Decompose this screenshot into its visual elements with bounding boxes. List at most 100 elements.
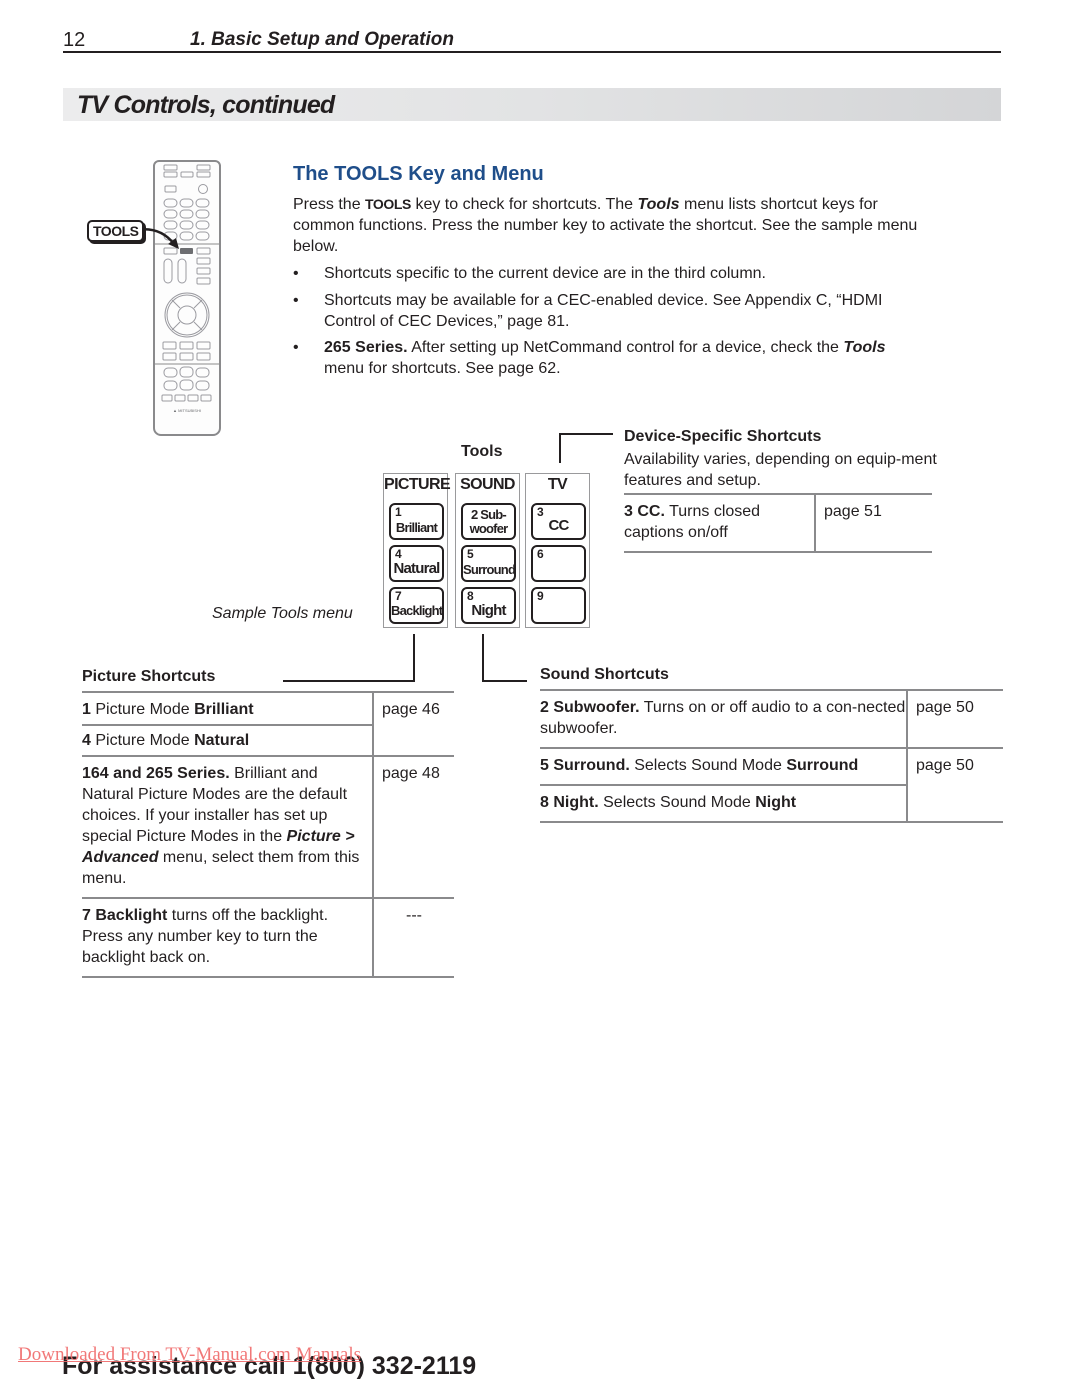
- device-shortcuts-table: 3 CC. Turns closed captions on/off page …: [624, 493, 932, 553]
- bullet-text-part: After setting up NetCommand control for …: [407, 339, 844, 356]
- shortcut-description: 164 and 265 Series. Brilliant and Natura…: [82, 755, 373, 898]
- device-shortcuts-title: Device-Specific Shortcuts: [624, 428, 822, 445]
- key-number: 7: [395, 589, 402, 603]
- key-label: Backlight: [391, 603, 443, 618]
- header-rule: [63, 51, 1001, 53]
- sound-shortcuts-title: Sound Shortcuts: [540, 666, 669, 683]
- key-label: Brilliant: [395, 520, 438, 535]
- key-number: 1: [395, 505, 402, 519]
- table-row: 5 Surround. Selects Sound Mode Surround …: [540, 747, 1003, 823]
- key-label: 2 Sub-: [471, 507, 507, 522]
- shortcut-key[interactable]: 6: [531, 545, 586, 582]
- shortcut-mode: Natural: [194, 732, 250, 749]
- page-reference: page 51: [814, 493, 932, 553]
- shortcut-text: Selects Sound Mode: [598, 794, 756, 811]
- intro-text: Press the: [293, 196, 366, 213]
- table-row: 1 Picture Mode Brilliant page 46: [82, 691, 454, 756]
- shortcut-key[interactable]: 1 Brilliant: [389, 503, 444, 540]
- shortcut-key-name: 2 Subwoofer.: [540, 699, 640, 716]
- shortcut-key-name: 7 Backlight: [82, 907, 168, 924]
- shortcut-mode: Brilliant: [194, 701, 254, 718]
- series-label: 265 Series.: [324, 339, 408, 356]
- menu-column-picture: PICTURE 1 Brilliant 4 Natural 7 Backlight: [383, 473, 451, 628]
- page-reference: page 50: [906, 747, 1003, 823]
- shortcut-key[interactable]: 8 Night: [461, 587, 516, 624]
- section-bar: TV Controls, continued: [63, 88, 1001, 121]
- bullet-text: 265 Series. After setting up NetCommand …: [324, 337, 924, 379]
- table-row: 7 Backlight turns off the backlight. Pre…: [82, 897, 454, 978]
- tools-key-name: TOOLS: [365, 196, 411, 212]
- tools-menu-name: Tools: [637, 196, 680, 213]
- column-header: PICTURE: [384, 476, 451, 493]
- tools-key-callout: TOOLS: [87, 220, 145, 242]
- key-label: CC: [548, 517, 569, 534]
- sound-shortcuts-table: 2 Subwoofer. Turns on or off audio to a …: [540, 689, 1003, 823]
- shortcut-number: 4: [82, 732, 91, 749]
- shortcut-key-name: 8 Night.: [540, 794, 599, 811]
- shortcut-mode: Night: [755, 794, 797, 811]
- column-header: SOUND: [460, 476, 515, 493]
- tools-menu-label: Tools: [461, 443, 503, 460]
- bullet-icon: •: [293, 339, 299, 356]
- bullet-text-part: menu for shortcuts. See page 62.: [324, 360, 561, 377]
- sample-menu-caption: Sample Tools menu: [212, 605, 353, 622]
- shortcut-description: 1 Picture Mode Brilliant: [82, 691, 373, 726]
- shortcut-key[interactable]: 3 CC: [531, 503, 586, 540]
- table-row: 164 and 265 Series. Brilliant and Natura…: [82, 755, 454, 898]
- key-number: 3: [537, 505, 544, 519]
- key-number: 9: [537, 589, 544, 603]
- connector-line: [482, 634, 484, 682]
- shortcut-key-name: 3 CC.: [624, 503, 665, 520]
- shortcut-description: 7 Backlight turns off the backlight. Pre…: [82, 897, 373, 978]
- shortcut-description: 3 CC. Turns closed captions on/off: [624, 493, 815, 553]
- key-label: Night: [471, 602, 506, 619]
- column-header: TV: [547, 476, 568, 493]
- page-reference: page 50: [906, 689, 1003, 748]
- download-watermark-link[interactable]: Downloaded From TV-Manual.com Manuals: [18, 1344, 361, 1366]
- svg-text:▲ MITSUBISHI: ▲ MITSUBISHI: [173, 408, 201, 413]
- remote-control-illustration: ▲ MITSUBISHI: [153, 160, 221, 436]
- key-label: Surround: [463, 562, 516, 577]
- series-label: 164 and 265 Series.: [82, 765, 230, 782]
- shortcut-number: 1: [82, 701, 91, 718]
- connector-line: [559, 433, 561, 463]
- shortcut-key[interactable]: 9: [531, 587, 586, 624]
- page-number: 12: [63, 29, 86, 51]
- bullet-text: Shortcuts may be available for a CEC-ena…: [324, 292, 883, 330]
- shortcut-text: Selects Sound Mode: [629, 757, 787, 774]
- key-number: 6: [537, 547, 544, 561]
- shortcut-mode: Surround: [786, 757, 859, 774]
- bullet-text: Shortcuts specific to the current device…: [324, 265, 766, 282]
- section-title: TV Controls, continued: [77, 91, 335, 119]
- connector-line: [482, 680, 527, 682]
- device-shortcuts-description: Availability varies, depending on equip-…: [624, 451, 937, 489]
- picture-shortcuts-table: 1 Picture Mode Brilliant page 46 4 Pictu…: [82, 691, 454, 978]
- connector-line: [559, 433, 613, 435]
- key-label: woofer: [469, 521, 509, 536]
- shortcut-key[interactable]: 4 Natural: [389, 545, 444, 582]
- menu-column-sound: SOUND 2 Sub-woofer 5 Surround 8 Night: [455, 473, 520, 628]
- key-number: 8: [467, 589, 474, 603]
- shortcut-description: 2 Subwoofer. Turns on or off audio to a …: [540, 689, 907, 748]
- tools-menu-name: Tools: [843, 339, 886, 356]
- connector-line: [413, 634, 415, 682]
- intro-paragraph: Press the TOOLS key to check for shortcu…: [293, 194, 933, 257]
- shortcut-text: Picture Mode: [90, 701, 195, 718]
- menu-column-tv: TV 3 CC 6 9: [525, 473, 590, 628]
- intro-text: key to check for shortcuts. The: [411, 196, 638, 213]
- remote-buttons-icon: ▲ MITSUBISHI: [155, 164, 219, 413]
- shortcut-text: Picture Mode: [90, 732, 195, 749]
- shortcut-key[interactable]: 2 Sub-woofer: [461, 503, 516, 540]
- shortcut-description: 8 Night. Selects Sound Mode Night: [540, 785, 907, 823]
- page-reference: ---: [372, 897, 454, 978]
- shortcut-description: 4 Picture Mode Natural: [82, 725, 373, 756]
- shortcut-key[interactable]: 5 Surround: [461, 545, 516, 582]
- table-row: 3 CC. Turns closed captions on/off page …: [624, 493, 932, 553]
- picture-shortcuts-title: Picture Shortcuts: [82, 668, 216, 685]
- shortcut-key-name: 5 Surround.: [540, 757, 630, 774]
- table-row: 2 Subwoofer. Turns on or off audio to a …: [540, 689, 1003, 748]
- page-reference: page 46: [372, 691, 454, 756]
- shortcut-key[interactable]: 7 Backlight: [389, 587, 444, 624]
- key-number: 4: [395, 547, 402, 561]
- chapter-title: 1. Basic Setup and Operation: [190, 29, 454, 50]
